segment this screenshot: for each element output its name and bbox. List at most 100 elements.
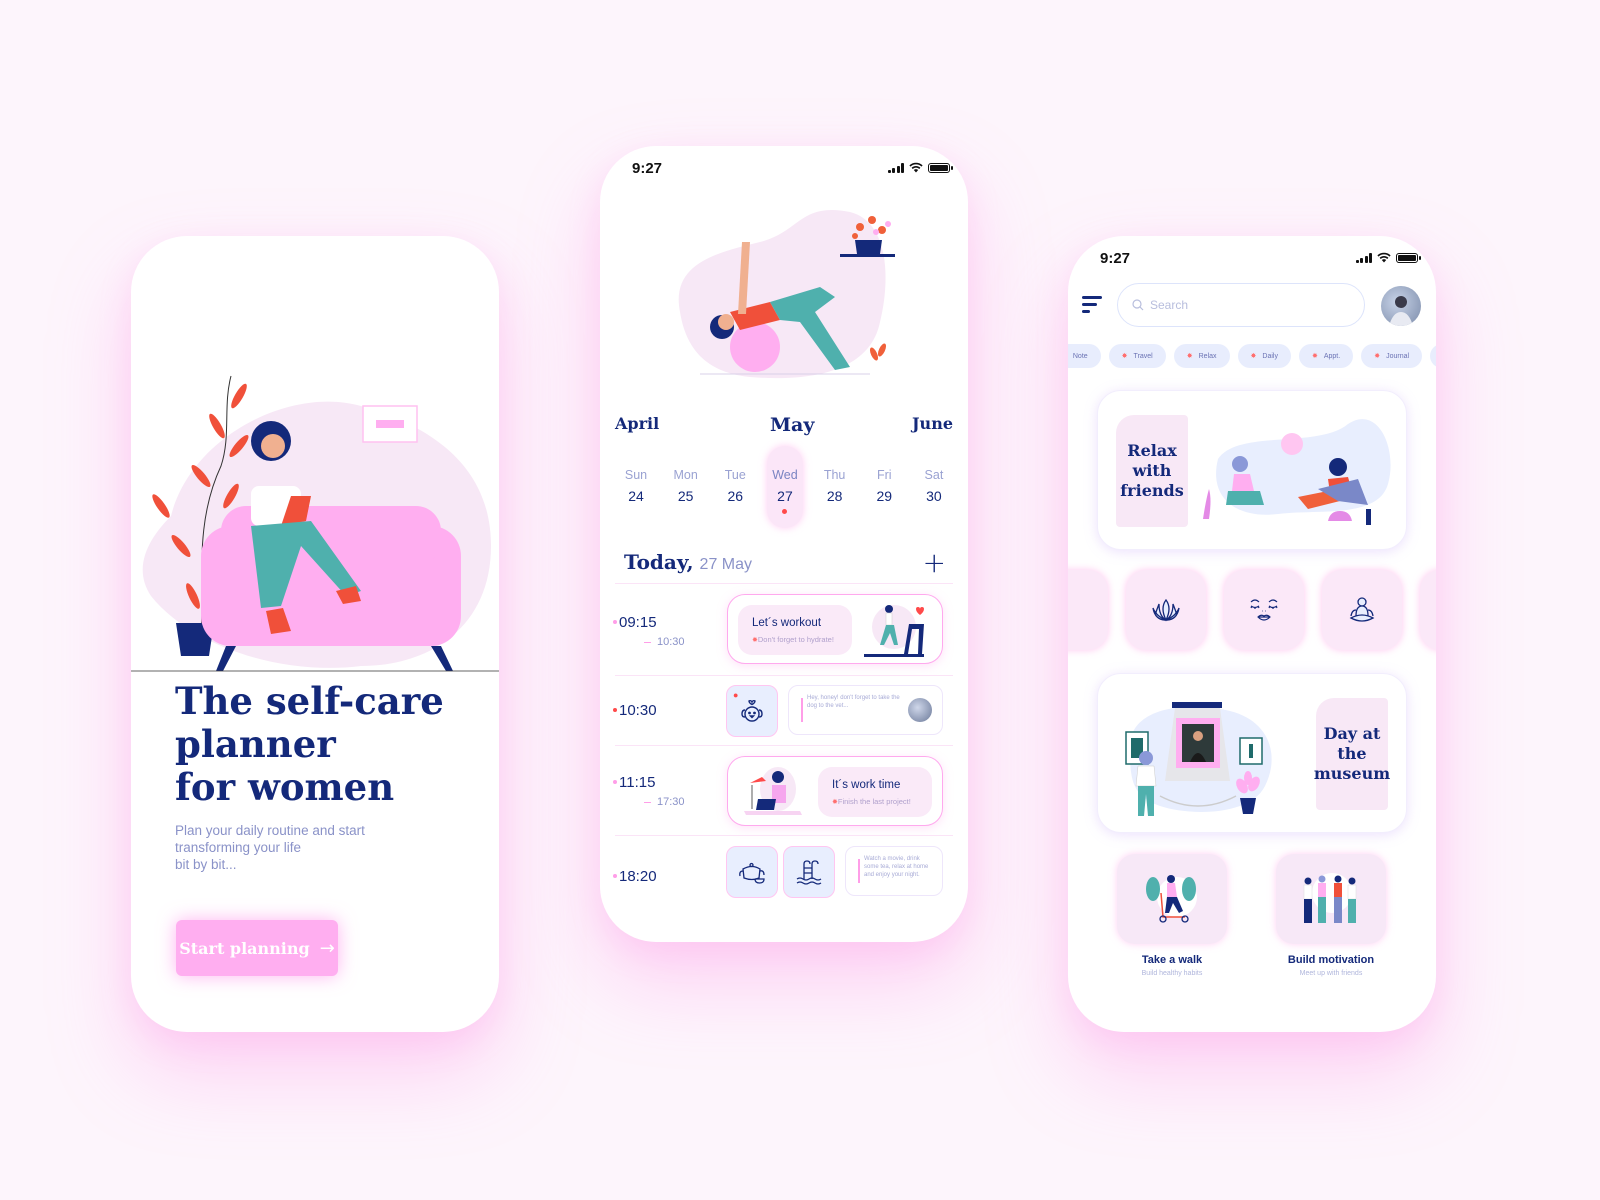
dog-icon	[741, 699, 763, 722]
activity-subtitle: Meet up with friends	[1299, 970, 1363, 977]
day-date: 28	[826, 488, 843, 504]
feature-label: Relax with friends	[1116, 415, 1188, 527]
reminder-message: Hey, honey! don't forget to take the dog…	[807, 695, 900, 709]
schedule-row: 10:30 ● Hey, honey! don't forget to take…	[613, 675, 953, 745]
dog-reminder-tile[interactable]: ●	[726, 685, 778, 737]
day-sat[interactable]: Sat 30	[916, 446, 952, 528]
category-icon-row	[1068, 570, 1436, 650]
day-date: 25	[677, 488, 694, 504]
event-title: It´s work time	[832, 779, 901, 791]
day-name: Mon	[673, 468, 698, 482]
day-thu[interactable]: Thu 28	[817, 446, 853, 528]
discover-screen: 9:27 ✸Note ✸ Travel ✸ Relax ✸ Daily ✸ Appt. …	[1068, 236, 1436, 1032]
event-note: Finish the last project!	[832, 797, 918, 806]
pool-tile[interactable]	[783, 846, 835, 898]
event-title: Let´s workout	[752, 617, 822, 629]
planner-screen: 9:27 April May June Sun 24 Mon 25 Tue 26 We…	[600, 146, 968, 942]
start-time: 09:15	[613, 614, 657, 631]
work-bubble: It´s work time Finish the last project!	[818, 767, 932, 817]
evening-note[interactable]: Watch a movie, drink some tea, relax at …	[845, 846, 943, 896]
day-tue[interactable]: Tue 26	[717, 446, 753, 528]
day-date: 24	[628, 488, 644, 504]
chip-travel[interactable]: ✸ Travel	[1108, 344, 1166, 368]
onboarding-title: The self-care planner for women	[175, 680, 475, 809]
start-planning-button[interactable]: Start planning →	[176, 920, 338, 976]
chip-note[interactable]: ✸Note	[1068, 344, 1101, 368]
start-planning-label: Start planning	[179, 938, 310, 958]
star-icon: ✸	[1374, 353, 1381, 360]
day-name: Thu	[823, 468, 846, 482]
day-name: Sun	[624, 468, 648, 482]
category-partial-right[interactable]	[1420, 570, 1436, 650]
star-icon: ✸	[1186, 353, 1193, 360]
day-fri[interactable]: Fri 29	[866, 446, 902, 528]
woman-on-sofa-illustration	[131, 375, 499, 672]
search-bar[interactable]	[1117, 283, 1365, 327]
day-name: Fri	[876, 468, 892, 482]
day-sun[interactable]: Sun 24	[618, 446, 654, 528]
end-time: 10:30	[644, 636, 685, 648]
status-time: 9:27	[632, 160, 663, 177]
month-next[interactable]: June	[912, 414, 953, 433]
pool-icon	[796, 860, 822, 885]
feature-label-line: the	[1337, 744, 1367, 763]
schedule-list: 09:15 10:30 Let´s workout Don't forget t…	[612, 583, 953, 915]
title-line: for women	[175, 765, 395, 809]
day-date: 27	[777, 488, 793, 504]
teapot-icon	[739, 862, 765, 884]
month-prev[interactable]: April	[615, 414, 659, 433]
schedule-row: 09:15 10:30 Let´s workout Don't forget t…	[613, 583, 953, 675]
category-partial-left[interactable]	[1068, 570, 1108, 650]
chip-appt[interactable]: ✸ Appt.	[1298, 344, 1354, 368]
work-card[interactable]: It´s work time Finish the last project!	[727, 756, 943, 826]
status-bar: 9:27	[600, 146, 968, 190]
event-note: Don't forget to hydrate!	[752, 635, 838, 644]
start-time: 18:20	[613, 868, 657, 885]
day-name: Tue	[724, 468, 746, 482]
star-icon: ✸	[1311, 353, 1318, 360]
pin-icon: ●	[733, 690, 739, 700]
chip-more[interactable]	[1430, 344, 1436, 368]
scooter-illustration	[1146, 875, 1197, 923]
chip-label: Appt.	[1323, 352, 1341, 360]
category-calm-face[interactable]	[1224, 570, 1304, 650]
activity-take-a-walk[interactable]: Take a walk Build healthy habits	[1117, 854, 1227, 977]
meditation-icon	[1349, 597, 1375, 622]
feature-label-line: Relax	[1127, 441, 1177, 460]
chip-daily[interactable]: ✸ Daily	[1237, 344, 1291, 368]
month-current[interactable]: May	[770, 414, 814, 436]
chip-journal[interactable]: ✸ Journal	[1361, 344, 1423, 368]
month-selector: April May June	[600, 414, 968, 444]
activity-tile[interactable]	[1276, 854, 1386, 944]
category-lotus[interactable]	[1126, 570, 1206, 650]
onboarding-subtitle: Plan your daily routine and start transf…	[175, 822, 415, 873]
activity-tile[interactable]	[1117, 854, 1227, 944]
today-date: 27 May	[699, 556, 753, 573]
day-date: 30	[926, 488, 942, 504]
workout-bubble: Let´s workout Don't forget to hydrate!	[738, 605, 852, 655]
schedule-row: 11:15 17:30 It´s work time Finish the la…	[612, 745, 953, 835]
dog-reminder-note[interactable]: Hey, honey! don't forget to take the dog…	[788, 685, 943, 735]
schedule-row: 18:20 Watch a movie, drink some tea, rel…	[613, 835, 953, 915]
tea-tile[interactable]	[726, 846, 778, 898]
activity-title: Take a walk	[1141, 954, 1203, 966]
chip-label: Journal	[1386, 352, 1410, 360]
plus-icon[interactable]: +	[923, 546, 946, 579]
day-name: Wed	[772, 468, 798, 482]
feature-label-line: with	[1132, 461, 1172, 480]
day-wed-selected[interactable]: Wed 27	[766, 446, 803, 528]
activity-subtitle: Build healthy habits	[1141, 970, 1203, 977]
category-meditation[interactable]	[1322, 570, 1402, 650]
activity-build-motivation[interactable]: Build motivation Meet up with friends	[1276, 854, 1386, 977]
feature-relax-with-friends[interactable]: Relax with friends	[1097, 390, 1407, 550]
menu-icon[interactable]	[1082, 296, 1106, 316]
feature-label-line: Day at	[1323, 724, 1381, 743]
yoga-illustration	[678, 209, 895, 379]
user-avatar[interactable]	[1381, 286, 1421, 326]
search-input[interactable]	[1150, 298, 1350, 312]
feature-day-at-the-museum[interactable]: Day at the museum	[1097, 673, 1407, 833]
workout-card[interactable]: Let´s workout Don't forget to hydrate!	[727, 594, 943, 664]
chip-relax[interactable]: ✸ Relax	[1173, 344, 1230, 368]
day-mon[interactable]: Mon 25	[668, 446, 704, 528]
working-woman-illustration	[744, 767, 802, 815]
